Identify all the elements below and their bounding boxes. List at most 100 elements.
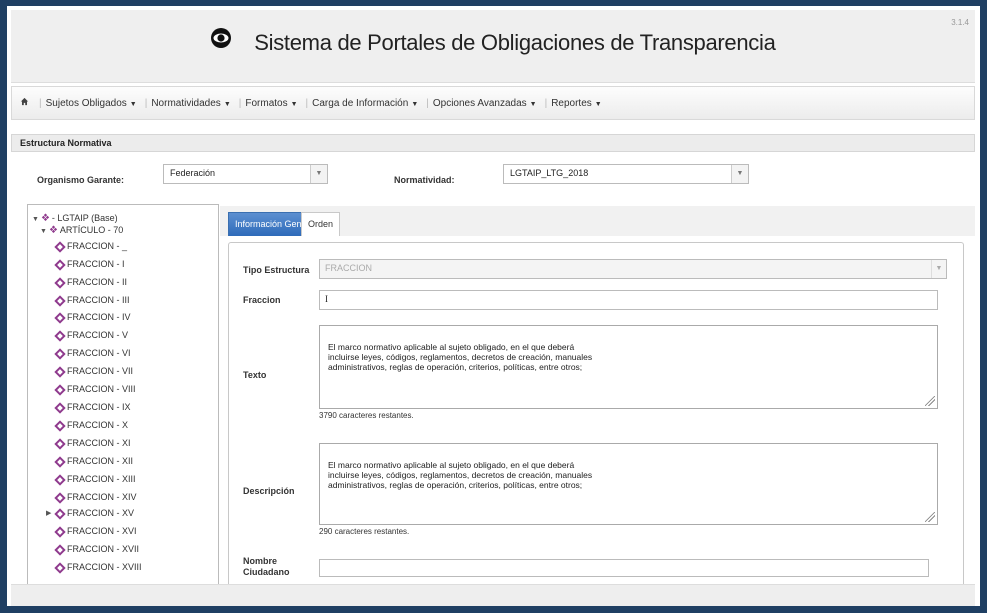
nav-reportes[interactable]: Reportes ▼ [547,98,606,109]
texto-remaining: 3790 caracteres restantes. [319,411,414,420]
app-title-bar: Sistema de Portales de Obligaciones de T… [11,27,975,58]
structure-tree: ▼ ❖ - LGTAIP (Base) ▼ ❖ ARTÍCULO - 70 FRACCI… [27,204,219,606]
chevron-down-icon: ▼ [223,100,231,108]
normatividad-label: Normatividad: [394,175,455,185]
tree-root-node[interactable]: ▼ ❖ - LGTAIP (Base) [32,213,118,224]
tree-item-label: FRACCION - XVIII [67,562,142,572]
diamond-icon [54,294,66,307]
diamond-icon [54,401,66,414]
tree-item[interactable]: FRACCION - I [54,258,125,271]
tree-item-label: FRACCION - XVI [67,526,137,536]
tree-item-label: FRACCION - XII [67,456,134,466]
chevron-right-icon[interactable]: ▶ [46,509,51,517]
tree-item-label: FRACCION - IX [67,402,131,412]
tree-item[interactable]: FRACCION - XVIII [54,561,142,574]
tree-item-label: FRACCION - I [67,259,125,269]
chevron-down-icon: ▼ [129,100,137,108]
version-label: 3.1.4 [951,18,969,27]
tree-item-label: FRACCION - VI [67,348,131,358]
descripcion-label: Descripción [243,486,295,496]
home-icon[interactable] [20,97,29,109]
tree-item[interactable]: FRACCION - V [54,329,128,342]
diamond-icon [54,419,66,432]
normatividad-select[interactable]: LGTAIP_LTG_2018 ▼ [503,164,749,184]
tree-item[interactable]: FRACCION - IX [54,401,131,414]
tipo-estructura-label: Tipo Estructura [243,265,310,275]
tree-item[interactable]: FRACCION - XVI [54,525,137,538]
tree-item[interactable]: FRACCION - VIII [54,383,136,396]
tab-orden[interactable]: Orden [301,212,341,236]
diamond-icon [54,473,66,486]
chevron-down-icon: ▼ [32,216,39,223]
tree-item-label: FRACCION - III [67,295,130,305]
nav-opciones-avanzadas[interactable]: Opciones Avanzadas ▼ [429,98,541,109]
chevron-down-icon: ▼ [411,100,419,108]
tree-item-label: FRACCION - XV [67,508,135,518]
diamond-icon [54,276,66,289]
resize-handle-icon[interactable] [925,396,935,406]
tree-item[interactable]: FRACCION - XII [54,455,134,468]
diamond-icon [54,543,66,556]
nav-sujetos-obligados[interactable]: Sujetos Obligados ▼ [42,98,141,109]
chevron-down-icon: ▼ [290,100,298,108]
tree-item-label: FRACCION - XI [67,438,131,448]
texto-label: Texto [243,370,267,380]
diamond-icon [54,525,66,538]
nav-normatividades[interactable]: Normatividades ▼ [147,98,234,109]
main-navbar: | Sujetos Obligados ▼ | Normatividades ▼ |… [11,86,975,120]
tree-item[interactable]: FRACCION - III [54,294,130,307]
tree-item[interactable]: FRACCION - VI [54,347,131,360]
diamond-icon [54,240,66,253]
normatividad-select-value: LGTAIP_LTG_2018 [510,168,589,178]
descripcion-remaining: 290 caracteres restantes. [319,527,410,536]
tree-item-label: FRACCION - X [67,420,129,430]
tree-item-label: FRACCION - IV [67,312,131,322]
tipo-estructura-select[interactable]: FRACCION ▼ [319,259,947,279]
tree-item[interactable]: FRACCION - XIII [54,473,136,486]
chevron-down-icon: ▼ [529,100,537,108]
fraccion-input[interactable]: I [319,290,938,310]
nombre-ciudadano-label: Nombre Ciudadano [243,556,290,577]
tree-item-label: FRACCION - XIV [67,492,137,502]
fraccion-label: Fraccion [243,295,281,305]
eye-logo-icon [210,27,232,55]
diamond-icon [54,365,66,378]
diamond-icon [54,383,66,396]
form-panel: Tipo Estructura FRACCION ▼ Fraccion I Te… [228,242,964,606]
tree-item[interactable]: FRACCION - XVII [54,543,139,556]
app-header: Sistema de Portales de Obligaciones de T… [11,10,975,83]
tree-item[interactable]: ▶ FRACCION - XV [46,507,135,520]
tree-item-label: FRACCION - II [67,277,127,287]
tree-item[interactable]: FRACCION - _ [54,240,128,253]
section-title: Estructura Normativa [11,134,975,152]
nav-carga-informacion[interactable]: Carga de Información ▼ [308,98,422,109]
resize-handle-icon[interactable] [925,512,935,522]
tree-item-label: FRACCION - VII [67,366,134,376]
tree-item[interactable]: FRACCION - VII [54,365,134,378]
organismo-select[interactable]: Federación ▼ [163,164,328,184]
diamond-icon [54,437,66,450]
nav-formatos[interactable]: Formatos ▼ [241,98,301,109]
footer-bar [11,584,975,606]
tree-item[interactable]: FRACCION - XIV [54,491,137,504]
nombre-ciudadano-input[interactable] [319,559,929,577]
texto-textarea[interactable]: El marco normativo aplicable al sujeto o… [319,325,938,409]
organismo-label: Organismo Garante: [37,175,125,185]
chevron-down-icon: ▼ [731,165,748,183]
tree-item[interactable]: FRACCION - XI [54,437,131,450]
tree-article-node[interactable]: ▼ ❖ ARTÍCULO - 70 [40,225,123,236]
diamond-icon [54,329,66,342]
tree-item-label: FRACCION - _ [67,241,128,251]
tree-item-label: FRACCION - XIII [67,474,136,484]
tree-item[interactable]: FRACCION - II [54,276,127,289]
tipo-estructura-value: FRACCION [325,263,372,273]
diamond-icon [54,258,66,271]
tree-item[interactable]: FRACCION - X [54,419,129,432]
descripcion-textarea[interactable]: El marco normativo aplicable al sujeto o… [319,443,938,525]
texto-content: El marco normativo aplicable al sujeto o… [328,342,593,372]
chevron-down-icon: ▼ [594,100,602,108]
diamond-icon [54,491,66,504]
folder-icon: ❖ [48,225,58,236]
tree-item[interactable]: FRACCION - IV [54,311,131,324]
diamond-icon [54,347,66,360]
